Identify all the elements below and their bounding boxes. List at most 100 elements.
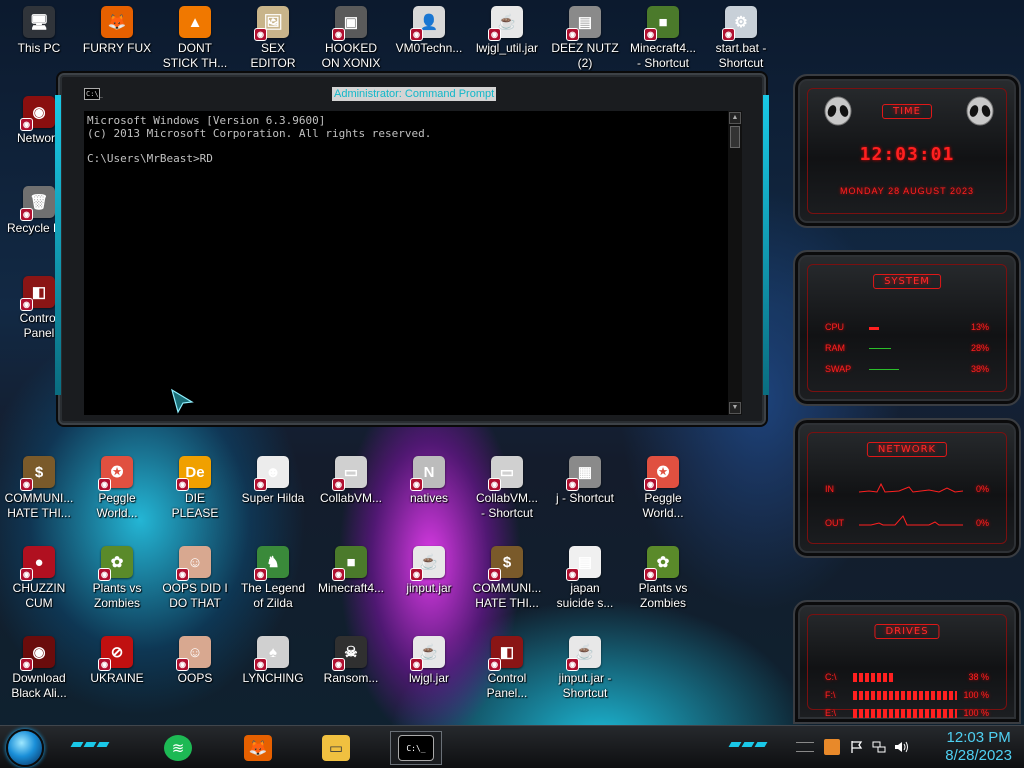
desktop-icon[interactable]: ■ ◉ Minecraft4... - Shortcut <box>624 6 702 78</box>
start-button[interactable] <box>6 729 44 767</box>
window-frame-accent <box>55 95 61 395</box>
desktop-icon[interactable]: ☕ ◉ jinput.jar <box>390 546 468 618</box>
shortcut-overlay-icon: ◉ <box>176 478 189 491</box>
desktop-icon-image: 🦊 <box>101 6 133 38</box>
drive-label: E:\ <box>825 708 837 718</box>
firefox-icon: 🦊 <box>244 735 272 761</box>
desktop-icon[interactable]: ⚙ ◉ start.bat - Shortcut <box>702 6 780 78</box>
desktop-icon[interactable]: 🖥 This PC <box>0 6 78 78</box>
desktop-icon-glyph: De <box>185 463 205 481</box>
firefox-taskbar-button[interactable]: 🦊 <box>238 731 278 765</box>
network-widget-header: NETWORK <box>866 442 948 457</box>
shortcut-overlay-icon: ◉ <box>98 568 111 581</box>
desktop-icon[interactable]: ⊘ ◉ UKRAINE <box>78 636 156 708</box>
command-prompt-taskbar-button[interactable]: C:\_ <box>390 731 442 765</box>
flag-icon[interactable] <box>850 740 864 754</box>
desktop-icon[interactable]: ▦ ◉ j - Shortcut <box>546 456 624 528</box>
system-widget-header: SYSTEM <box>873 274 941 289</box>
spotify-taskbar-button[interactable]: ≋ <box>158 731 198 765</box>
desktop-icon[interactable]: ☕ ◉ lwjgl_util.jar <box>468 6 546 78</box>
desktop-icon-image: ▭ ◉ <box>488 456 523 491</box>
network-in-value: 0% <box>975 484 989 494</box>
desktop-icon[interactable]: De ◉ DIE PLEASE <box>156 456 234 528</box>
vertical-scrollbar[interactable]: ▲ ▼ <box>728 111 742 415</box>
desktop-icon[interactable]: ▭ ◉ CollabVM... - Shortcut <box>468 456 546 528</box>
desktop-icon-image: ▭ ◉ <box>332 456 367 491</box>
desktop-icon[interactable]: ☻ ◉ Super Hilda <box>234 456 312 528</box>
desktop-icon[interactable]: ◧ ◉ Control Panel... <box>468 636 546 708</box>
system-stat-value: 38% <box>970 364 989 374</box>
desktop-icon-image: ☕ ◉ <box>488 6 523 41</box>
scroll-thumb[interactable] <box>730 126 740 148</box>
volume-icon[interactable] <box>894 740 910 754</box>
window-titlebar[interactable]: C:\_ Administrator: Command Prompt <box>84 85 740 103</box>
desktop-icon-glyph: ⚙ <box>734 14 748 31</box>
desktop-icon[interactable]: ◉ ◉ Download Black Ali... <box>0 636 78 708</box>
desktop-icon[interactable]: ✿ ◉ Plants vs Zombies <box>624 546 702 618</box>
desktop-icon-image: ☺ ◉ <box>176 636 211 671</box>
window-frame-accent <box>763 95 769 395</box>
desktop-icon[interactable]: ▲ DONT STICK TH... <box>156 6 234 78</box>
desktop-icon[interactable]: ☕ ◉ lwjgl.jar <box>390 636 468 708</box>
shortcut-overlay-icon: ◉ <box>332 28 345 41</box>
shortcut-overlay-icon: ◉ <box>488 568 501 581</box>
system-stat-row: SWAP 38% <box>825 364 989 374</box>
command-prompt-window[interactable]: C:\_ Administrator: Command Prompt Micro… <box>55 73 769 425</box>
desktop-icon[interactable]: ☕ ◉ jinput.jar - Shortcut <box>546 636 624 708</box>
file-explorer-taskbar-button[interactable]: ▭ <box>316 731 356 765</box>
desktop-icon-label: Peggle World... <box>96 491 138 520</box>
desktop-icon[interactable]: ■ ◉ Minecraft4... <box>312 546 390 618</box>
system-stat-label: SWAP <box>825 364 852 374</box>
taskbar-date: 8/28/2023 <box>945 747 1012 764</box>
show-hidden-icons-icon[interactable] <box>796 742 814 752</box>
desktop-icon-label: LYNCHING <box>242 671 304 685</box>
desktop-icon[interactable]: N ◉ natives <box>390 456 468 528</box>
desktop-icon[interactable]: ✿ ◉ Plants vs Zombies <box>78 546 156 618</box>
scroll-down-button[interactable]: ▼ <box>729 402 741 414</box>
desktop-icon[interactable]: ▤ ◉ DEEZ NUTZ (2) <box>546 6 624 78</box>
scroll-up-button[interactable]: ▲ <box>729 112 741 124</box>
shortcut-overlay-icon: ◉ <box>254 28 267 41</box>
desktop-icon-label: COMMUNI... HATE THI... <box>4 491 74 520</box>
desktop-icon[interactable]: 👤 ◉ VM0Techn... <box>390 6 468 78</box>
desktop-icon-image: ■ ◉ <box>644 6 679 41</box>
desktop-icon[interactable]: $ ◉ COMMUNI... HATE THI... <box>468 546 546 618</box>
desktop-icon-image: ☠ ◉ <box>332 636 367 671</box>
system-stat-label: RAM <box>825 343 845 353</box>
shortcut-overlay-icon: ◉ <box>410 478 423 491</box>
desktop-icon[interactable]: ✪ ◉ Peggle World... <box>78 456 156 528</box>
desktop-icon[interactable]: ✪ ◉ Peggle World... <box>624 456 702 528</box>
desktop-icon[interactable]: ♞ ◉ The Legend of Zilda <box>234 546 312 618</box>
desktop-icon[interactable]: ☺ ◉ OOPS <box>156 636 234 708</box>
network-icon[interactable] <box>872 740 886 754</box>
desktop-icon[interactable]: ▣ ◉ HOOKED ON XONIX <box>312 6 390 78</box>
update-icon[interactable] <box>824 739 840 755</box>
desktop-icon[interactable]: ▤ ◉ japan suicide s... <box>546 546 624 618</box>
desktop-icon-label: CollabVM... - Shortcut <box>475 491 539 520</box>
desktop-icon[interactable]: 🦊 FURRY FUX <box>78 6 156 78</box>
desktop-icon[interactable]: ● ◉ CHUZZIN CUM <box>0 546 78 618</box>
desktop-icon-glyph: ☠ <box>344 644 358 661</box>
desktop-icon-label: Peggle World... <box>642 491 684 520</box>
shortcut-overlay-icon: ◉ <box>20 478 33 491</box>
desktop-icon-glyph: ▣ <box>343 14 359 31</box>
desktop-icon[interactable]: 🖼 ◉ SEX EDITOR <box>234 6 312 78</box>
widget-date: MONDAY 28 AUGUST 2023 <box>839 186 975 196</box>
taskbar-clock[interactable]: 12:03 PM 8/28/2023 <box>945 729 1012 765</box>
desktop-icon[interactable]: $ ◉ COMMUNI... HATE THI... <box>0 456 78 528</box>
shortcut-overlay-icon: ◉ <box>566 658 579 671</box>
desktop-icon[interactable]: ♠ ◉ LYNCHING <box>234 636 312 708</box>
taskbar-accent <box>728 742 768 748</box>
desktop-icon-label: VM0Techn... <box>395 41 463 55</box>
shortcut-overlay-icon: ◉ <box>488 658 501 671</box>
shortcut-overlay-icon: ◉ <box>410 658 423 671</box>
desktop-icon[interactable]: ☠ ◉ Ransom... <box>312 636 390 708</box>
cmd-window-icon[interactable]: C:\_ <box>84 88 103 100</box>
console-output[interactable]: Microsoft Windows [Version 6.3.9600] (c)… <box>84 111 728 415</box>
desktop-icon[interactable]: ▭ ◉ CollabVM... <box>312 456 390 528</box>
desktop-icon[interactable]: ☺ ◉ OOPS DID I DO THAT <box>156 546 234 618</box>
shortcut-overlay-icon: ◉ <box>98 478 111 491</box>
desktop-icon-glyph: N <box>423 463 435 481</box>
desktop-icon-label: j - Shortcut <box>555 491 615 505</box>
desktop-icon-label: start.bat - Shortcut <box>715 41 767 70</box>
